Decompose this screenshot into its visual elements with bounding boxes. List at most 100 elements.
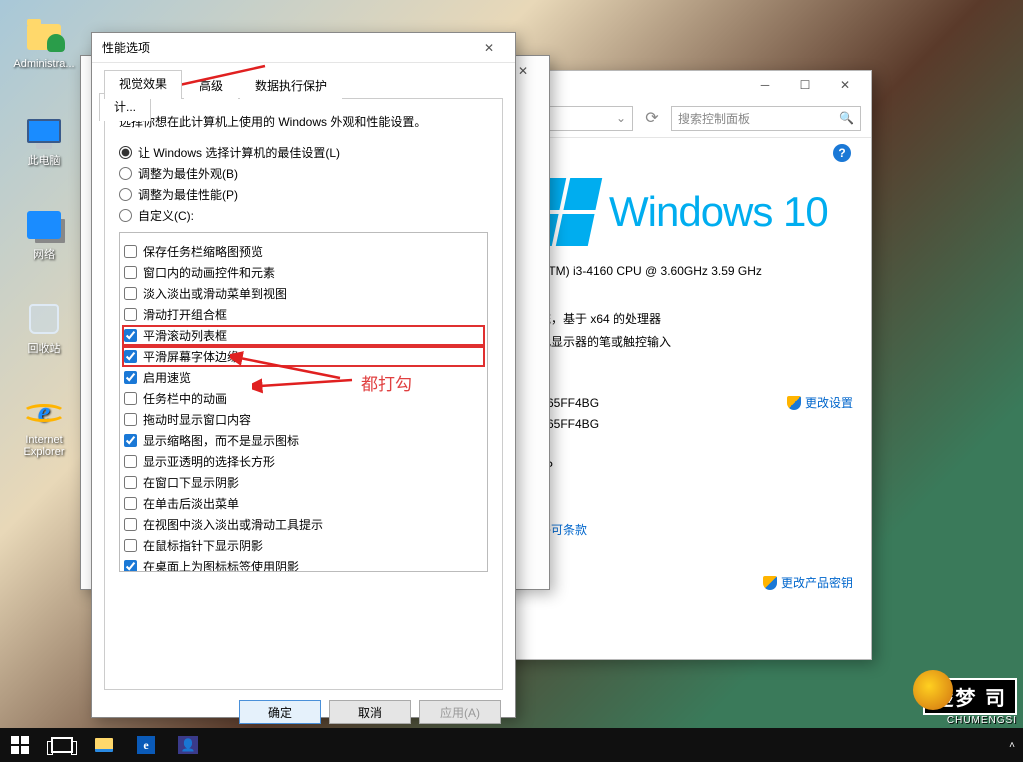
file-explorer-taskbar[interactable] bbox=[92, 733, 116, 757]
help-icon[interactable]: ? bbox=[833, 144, 851, 162]
full-computer-name-row: VS-65FF4BG bbox=[527, 417, 853, 431]
close-button[interactable]: ✕ bbox=[825, 71, 865, 99]
chevron-down-icon[interactable]: ⌄ bbox=[616, 111, 626, 125]
effect-option[interactable]: 窗口内的动画控件和元素 bbox=[124, 264, 483, 281]
desktop-icon-network[interactable]: 网络 bbox=[8, 206, 80, 262]
tab-visual-effects[interactable]: 视觉效果 bbox=[104, 70, 182, 99]
desktop-icon-recycle-bin[interactable]: 回收站 bbox=[8, 300, 80, 356]
checkbox-input[interactable] bbox=[124, 518, 137, 531]
effect-option[interactable]: 拖动时显示窗口内容 bbox=[124, 411, 483, 428]
apply-button[interactable]: 应用(A) bbox=[419, 700, 501, 724]
effect-option[interactable]: 在桌面上为图标标签使用阴影 bbox=[124, 558, 483, 572]
desktop-icon-administrator[interactable]: Administra... bbox=[8, 18, 80, 70]
edge-taskbar[interactable]: e bbox=[134, 733, 158, 757]
refresh-button[interactable]: ⟳ bbox=[639, 105, 665, 131]
cpu-info: ore(TM) i3-4160 CPU @ 3.60GHz 3.59 GHz bbox=[527, 264, 853, 278]
activation-terms: 件许可条款 bbox=[527, 521, 853, 538]
pen-info: 于此显示器的笔或触控输入 bbox=[527, 333, 853, 350]
radio-custom[interactable]: 自定义(C): bbox=[119, 207, 488, 224]
folder-icon bbox=[95, 738, 113, 752]
icon-label: Administra... bbox=[8, 58, 80, 70]
checkbox-input[interactable] bbox=[124, 455, 137, 468]
radio-best-performance[interactable]: 调整为最佳性能(P) bbox=[119, 186, 488, 203]
option-label: 滑动打开组合框 bbox=[143, 306, 227, 323]
checkbox-input[interactable] bbox=[124, 245, 137, 258]
checkbox-input[interactable] bbox=[124, 329, 137, 342]
shield-icon bbox=[763, 576, 777, 590]
option-label: 拖动时显示窗口内容 bbox=[143, 411, 251, 428]
radio-label: 调整为最佳外观(B) bbox=[138, 165, 238, 182]
radio-label: 自定义(C): bbox=[138, 207, 194, 224]
checkbox-input[interactable] bbox=[124, 350, 137, 363]
icon-label: 回收站 bbox=[8, 340, 80, 356]
search-icon[interactable]: 🔍 bbox=[839, 111, 854, 125]
effect-option[interactable]: 淡入淡出或滑动菜单到视图 bbox=[124, 285, 483, 302]
change-product-key-link[interactable]: 更改产品密钥 bbox=[781, 574, 853, 591]
watermark: 楚梦 司 CHUMENGSI bbox=[923, 670, 1017, 726]
effect-option[interactable]: 滑动打开组合框 bbox=[124, 306, 483, 323]
maximize-button[interactable]: ☐ bbox=[785, 71, 825, 99]
tab-dep[interactable]: 数据执行保护 bbox=[240, 71, 342, 100]
effect-option[interactable]: 显示亚透明的选择长方形 bbox=[124, 453, 483, 470]
network-icon bbox=[25, 206, 63, 244]
checkbox-input[interactable] bbox=[124, 266, 137, 279]
app-taskbar[interactable]: 👤 bbox=[176, 733, 200, 757]
effect-option[interactable]: 平滑屏幕字体边缘 bbox=[124, 348, 483, 365]
close-button[interactable]: ✕ bbox=[469, 34, 509, 62]
radio-let-windows-choose[interactable]: 让 Windows 选择计算机的最佳设置(L) bbox=[119, 144, 488, 161]
taskbar[interactable]: e 👤 ˄ bbox=[0, 728, 1023, 762]
radio-input[interactable] bbox=[119, 209, 132, 222]
desktop-icon-ie[interactable]: e Internet Explorer bbox=[8, 394, 80, 458]
effect-option[interactable]: 在单击后淡出菜单 bbox=[124, 495, 483, 512]
checkbox-input[interactable] bbox=[124, 560, 137, 572]
option-label: 在桌面上为图标标签使用阴影 bbox=[143, 558, 299, 572]
search-input[interactable]: 搜索控制面板 🔍 bbox=[671, 106, 861, 131]
start-button[interactable] bbox=[8, 733, 32, 757]
change-settings-link[interactable]: 更改设置 bbox=[805, 396, 853, 410]
checkbox-input[interactable] bbox=[124, 413, 137, 426]
checkbox-input[interactable] bbox=[124, 539, 137, 552]
effect-option[interactable]: 平滑滚动列表框 bbox=[124, 327, 483, 344]
task-view-button[interactable] bbox=[50, 733, 74, 757]
effect-option[interactable]: 在视图中淡入淡出或滑动工具提示 bbox=[124, 516, 483, 533]
checkbox-input[interactable] bbox=[124, 308, 137, 321]
effect-option[interactable]: 在窗口下显示阴影 bbox=[124, 474, 483, 491]
icon-label: 网络 bbox=[8, 246, 80, 262]
effect-option[interactable]: 保存任务栏缩略图预览 bbox=[124, 243, 483, 260]
recycle-bin-icon bbox=[25, 300, 63, 338]
checkbox-input[interactable] bbox=[124, 434, 137, 447]
effects-listbox[interactable]: 保存任务栏缩略图预览窗口内的动画控件和元素淡入淡出或滑动菜单到视图滑动打开组合框… bbox=[119, 232, 488, 572]
effect-option[interactable]: 在鼠标指针下显示阴影 bbox=[124, 537, 483, 554]
effect-option[interactable]: 启用速览 bbox=[124, 369, 483, 386]
radio-input[interactable] bbox=[119, 188, 132, 201]
windows-edition-logo: Windows 10 bbox=[527, 178, 853, 246]
checkbox-input[interactable] bbox=[124, 371, 137, 384]
tab-advanced[interactable]: 高级 bbox=[184, 71, 238, 100]
cancel-button[interactable]: 取消 bbox=[329, 700, 411, 724]
checkbox-input[interactable] bbox=[124, 287, 137, 300]
tray-chevron-icon[interactable]: ˄ bbox=[1009, 740, 1015, 751]
shield-icon bbox=[787, 396, 801, 410]
performance-options-dialog[interactable]: 性能选项 ✕ 视觉效果 高级 数据执行保护 选择你想在此计算机上使用的 Wind… bbox=[91, 32, 516, 718]
computer-name-row: VS-65FF4BG 更改设置 bbox=[527, 394, 853, 411]
option-label: 窗口内的动画控件和元素 bbox=[143, 264, 275, 281]
radio-label: 让 Windows 选择计算机的最佳设置(L) bbox=[138, 144, 340, 161]
radio-input[interactable] bbox=[119, 167, 132, 180]
dialog-title: 性能选项 bbox=[98, 39, 469, 56]
radio-best-appearance[interactable]: 调整为最佳外观(B) bbox=[119, 165, 488, 182]
radio-input[interactable] bbox=[119, 146, 132, 159]
desktop-icon-this-pc[interactable]: 此电脑 bbox=[8, 112, 80, 168]
effect-option[interactable]: 显示缩略图，而不是显示图标 bbox=[124, 432, 483, 449]
edge-icon: e bbox=[137, 736, 155, 754]
minimize-button[interactable]: ─ bbox=[745, 71, 785, 99]
ok-button[interactable]: 确定 bbox=[239, 700, 321, 724]
checkbox-input[interactable] bbox=[124, 392, 137, 405]
checkbox-input[interactable] bbox=[124, 497, 137, 510]
person-icon: 👤 bbox=[178, 736, 198, 754]
effect-option[interactable]: 任务栏中的动画 bbox=[124, 390, 483, 407]
option-label: 淡入淡出或滑动菜单到视图 bbox=[143, 285, 287, 302]
option-label: 在单击后淡出菜单 bbox=[143, 495, 239, 512]
radio-label: 调整为最佳性能(P) bbox=[138, 186, 238, 203]
option-label: 保存任务栏缩略图预览 bbox=[143, 243, 263, 260]
checkbox-input[interactable] bbox=[124, 476, 137, 489]
